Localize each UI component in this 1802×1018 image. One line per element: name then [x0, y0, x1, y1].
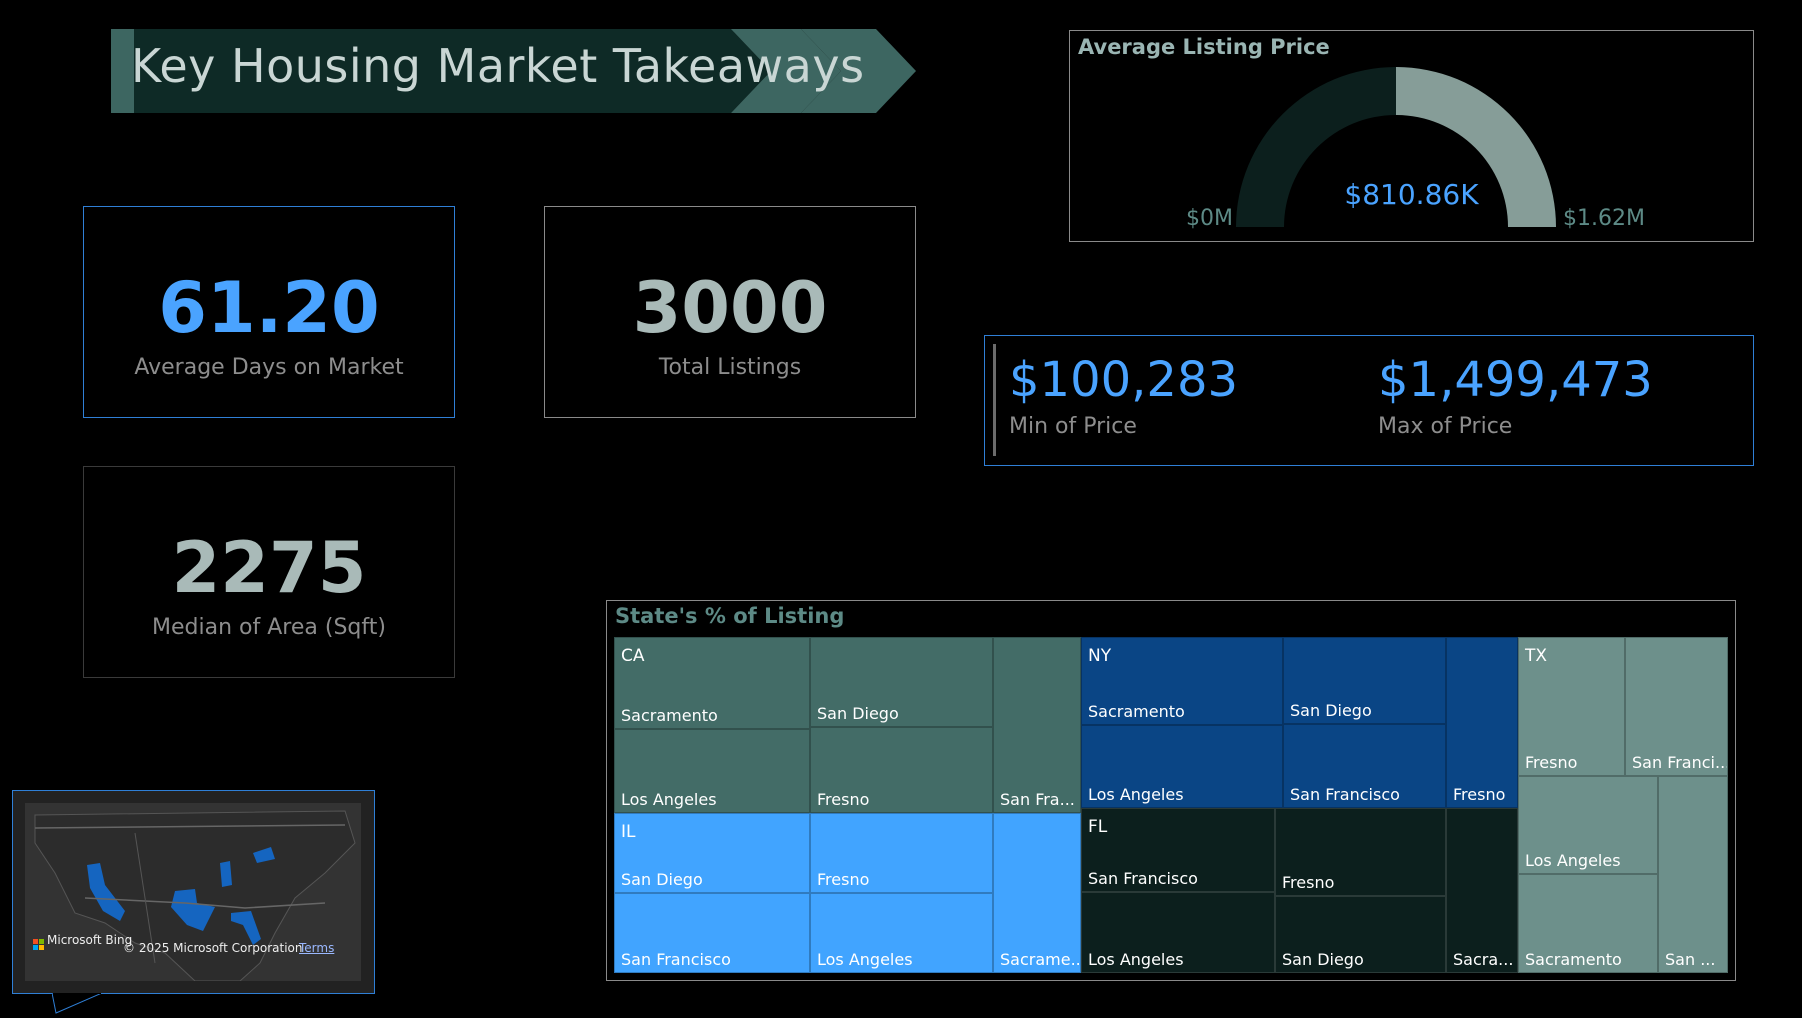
- map-terms-link[interactable]: Terms: [299, 941, 334, 955]
- map-tooltip-pointer: [52, 993, 102, 1014]
- kpi-label: Total Listings: [658, 355, 802, 380]
- page-title: Key Housing Market Takeaways: [131, 39, 865, 93]
- treemap-cell[interactable]: FL San Francisco: [1081, 808, 1275, 892]
- treemap-state-label: IL: [621, 822, 636, 842]
- treemap-cell-label: Sacrame...: [1000, 950, 1081, 969]
- treemap-cell[interactable]: San Franci...: [1625, 637, 1728, 776]
- treemap-cell[interactable]: San Diego: [810, 637, 993, 727]
- gauge-max-label: $1.62M: [1563, 206, 1645, 231]
- treemap-cell[interactable]: Sacrame...: [993, 813, 1081, 973]
- treemap-cell-label: Los Angeles: [1525, 851, 1621, 870]
- treemap-cell[interactable]: TX Fresno: [1518, 637, 1625, 776]
- min-price-label: Min of Price: [1009, 414, 1137, 439]
- treemap-cell-label: Los Angeles: [1088, 950, 1184, 969]
- page-title-banner: Key Housing Market Takeaways: [111, 29, 916, 113]
- treemap-cell-label: Sacramento: [1525, 950, 1622, 969]
- treemap-cell-label: Fresno: [1282, 873, 1335, 892]
- kpi-card-average-days[interactable]: 61.20 Average Days on Market: [83, 206, 455, 418]
- kpi-value: 61.20: [158, 267, 380, 349]
- treemap-cell-label: San Fra...: [1000, 790, 1075, 809]
- treemap-cell[interactable]: San Diego: [1283, 637, 1446, 724]
- kpi-label: Median of Area (Sqft): [152, 615, 386, 640]
- treemap-cell[interactable]: Sacramento: [1518, 874, 1658, 973]
- card-accent-bar: [993, 344, 996, 456]
- treemap-cell[interactable]: San Francisco: [614, 893, 810, 973]
- treemap-cell-label: San Diego: [1282, 950, 1364, 969]
- kpi-value: 3000: [632, 267, 828, 349]
- price-range-card[interactable]: $100,283 Min of Price $1,499,473 Max of …: [984, 335, 1754, 466]
- treemap-state-label: TX: [1525, 646, 1548, 666]
- treemap-cell[interactable]: Fresno: [1446, 637, 1518, 808]
- treemap-state-label: NY: [1088, 646, 1112, 666]
- treemap-cell[interactable]: San ...: [1658, 776, 1728, 973]
- treemap-cell-label: San ...: [1665, 950, 1716, 969]
- treemap-cell[interactable]: Los Angeles: [614, 729, 810, 813]
- treemap-cell-label: Los Angeles: [621, 790, 717, 809]
- treemap-cell[interactable]: Sacra...: [1446, 808, 1518, 973]
- treemap-cell-label: Los Angeles: [817, 950, 913, 969]
- treemap-state-label: FL: [1088, 817, 1108, 837]
- treemap-cell-label: San Francisco: [1088, 869, 1198, 888]
- treemap-cell-label: Fresno: [1453, 785, 1506, 804]
- min-price-value: $100,283: [1009, 352, 1239, 408]
- map-credit: Microsoft Bing: [47, 933, 133, 947]
- treemap-cell[interactable]: San Diego: [1275, 896, 1446, 973]
- treemap-cell[interactable]: San Fra...: [993, 637, 1081, 813]
- treemap-cell[interactable]: Fresno: [810, 813, 993, 893]
- treemap-cell[interactable]: Los Angeles: [1081, 725, 1283, 808]
- treemap-cell[interactable]: Los Angeles: [1081, 892, 1275, 973]
- treemap-title: State's % of Listing: [615, 604, 845, 628]
- treemap-cell[interactable]: Fresno: [1275, 808, 1446, 896]
- treemap-cell-label: San Diego: [621, 870, 703, 889]
- treemap-cell[interactable]: CA Sacramento: [614, 637, 810, 729]
- treemap-cell-label: Sacramento: [1088, 702, 1185, 721]
- gauge-value: $810.86K: [1344, 178, 1479, 211]
- gauge-min-label: $0M: [1186, 206, 1233, 231]
- gauge-average-listing-price[interactable]: Average Listing Price $810.86K $0M $1.62…: [1069, 30, 1754, 242]
- treemap-cell-label: Fresno: [817, 790, 870, 809]
- us-map[interactable]: Microsoft Bing © 2025 Microsoft Corporat…: [25, 803, 361, 981]
- treemap-cell-label: San Diego: [1290, 701, 1372, 720]
- treemap-cell-label: Fresno: [1525, 753, 1578, 772]
- treemap-cell-label: Sacra...: [1453, 950, 1514, 969]
- treemap-cell-label: Sacramento: [621, 706, 718, 725]
- treemap-cell-label: San Francisco: [621, 950, 731, 969]
- treemap-cell[interactable]: Los Angeles: [810, 893, 993, 973]
- map-copyright: © 2025 Microsoft Corporation: [123, 941, 303, 955]
- treemap-cell[interactable]: IL San Diego: [614, 813, 810, 893]
- treemap-cell-label: San Francisco: [1290, 785, 1400, 804]
- kpi-value: 2275: [171, 527, 367, 609]
- treemap-cell-label: Fresno: [817, 870, 870, 889]
- kpi-card-total-listings[interactable]: 3000 Total Listings: [544, 206, 916, 418]
- map-state-il: [220, 861, 232, 887]
- treemap-state-label: CA: [621, 646, 645, 666]
- treemap-cell-label: San Diego: [817, 704, 899, 723]
- treemap-state-listing[interactable]: State's % of Listing CA Sacramento San D…: [606, 600, 1736, 981]
- kpi-card-median-area[interactable]: 2275 Median of Area (Sqft): [83, 466, 455, 678]
- treemap-cell[interactable]: San Francisco: [1283, 724, 1446, 808]
- kpi-label: Average Days on Market: [134, 355, 404, 380]
- treemap-cell-label: San Franci...: [1632, 753, 1728, 772]
- gauge-arc: [1236, 67, 1556, 227]
- treemap-cell-label: Los Angeles: [1088, 785, 1184, 804]
- bing-logo-icon: [33, 935, 44, 950]
- max-price-label: Max of Price: [1378, 414, 1513, 439]
- treemap-cell[interactable]: NY Sacramento: [1081, 637, 1283, 725]
- max-price-value: $1,499,473: [1378, 352, 1653, 408]
- treemap-cell[interactable]: Los Angeles: [1518, 776, 1658, 874]
- treemap-cell[interactable]: Fresno: [810, 727, 993, 813]
- map-visual[interactable]: Microsoft Bing © 2025 Microsoft Corporat…: [12, 790, 375, 994]
